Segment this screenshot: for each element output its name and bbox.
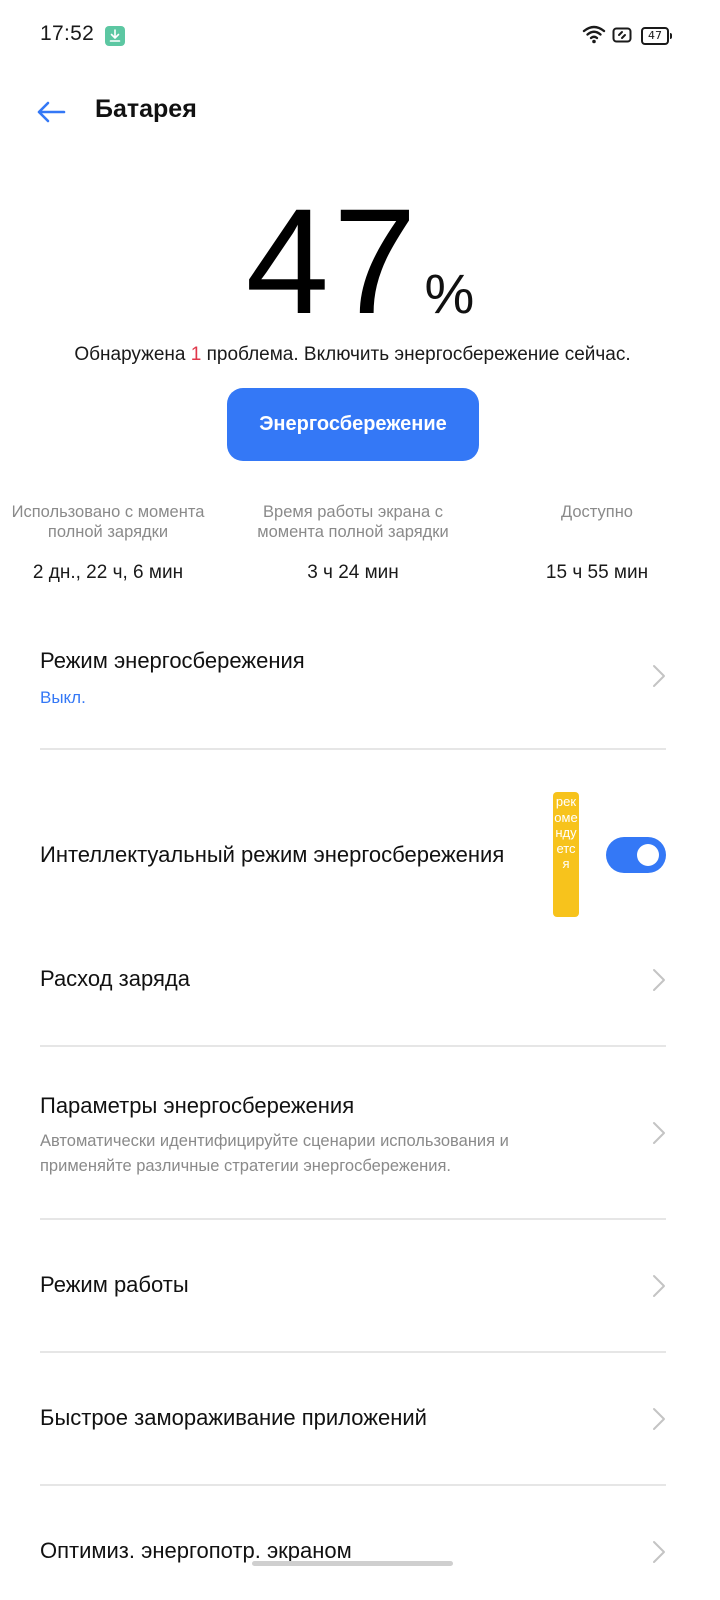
row-title: Быстрое замораживание приложений: [40, 1405, 427, 1430]
row-smart-power-saving: Интеллектуальный режим энергосбережения: [40, 842, 555, 874]
divider: [40, 1045, 666, 1047]
chevron-right-icon: [653, 665, 665, 687]
back-button[interactable]: [28, 90, 72, 134]
arrow-left-icon: [37, 101, 66, 123]
issue-count: 1: [190, 344, 202, 365]
stat-value: 15 ч 55 мин: [545, 562, 649, 583]
row-performance-mode[interactable]: Режим работы: [40, 1272, 666, 1304]
home-indicator[interactable]: [252, 1561, 453, 1566]
page-title: Батарея: [95, 95, 197, 123]
chevron-right-icon: [653, 1275, 665, 1297]
stat-label: Доступно: [560, 503, 633, 521]
row-power-saving-settings[interactable]: Параметры энергосбережения Автоматически…: [40, 1093, 666, 1183]
smart-power-saving-toggle[interactable]: [606, 837, 666, 873]
status-time: 17:52: [40, 22, 95, 45]
battery-percent-value: 47: [245, 177, 421, 345]
row-title: Расход заряда: [40, 966, 190, 991]
battery-percent-unit: %: [424, 262, 475, 325]
chevron-right-icon: [653, 969, 665, 991]
divider: [40, 1351, 666, 1353]
divider: [40, 1218, 666, 1220]
row-power-saving-mode[interactable]: Режим энергосбережения Выкл.: [40, 648, 666, 718]
stat-available: Доступно 15 ч 55 мин: [477, 502, 717, 584]
divider: [40, 748, 666, 750]
issue-message: Обнаружена 1 проблема. Включить энергосб…: [0, 344, 705, 366]
stat-used-since-charge: Использовано с момента полной зарядки 2 …: [0, 502, 228, 584]
battery-settings-screen: 17:52 47 Батарея 47% Обнаружена 1 пробле…: [0, 0, 720, 1600]
row-status: Выкл.: [40, 688, 86, 707]
chevron-right-icon: [653, 1408, 665, 1430]
battery-percent-display: 47%: [0, 176, 720, 346]
divider: [40, 1484, 666, 1486]
battery-icon: 47: [641, 27, 672, 45]
row-app-quick-freeze[interactable]: Быстрое замораживание приложений: [40, 1405, 666, 1437]
recommended-badge: рекомендуется: [553, 792, 579, 917]
power-saving-button[interactable]: Энергосбережение: [227, 388, 479, 461]
chevron-right-icon: [653, 1122, 665, 1144]
row-description: Автоматически идентифицируйте сценарии и…: [40, 1132, 509, 1175]
toggle-knob: [637, 844, 659, 866]
stat-value: 2 дн., 22 ч, 6 мин: [32, 562, 184, 583]
status-bar: 17:52 47: [0, 0, 720, 72]
nfc-icon: [612, 27, 632, 48]
chevron-right-icon: [653, 1541, 665, 1563]
row-title: Параметры энергосбережения: [40, 1093, 355, 1118]
stat-value: 3 ч 24 мин: [307, 562, 399, 583]
row-title: Интеллектуальный режим энергосбережения: [40, 842, 505, 867]
issue-prefix: Обнаружена: [74, 344, 191, 365]
stat-label: Использовано с момента полной зарядки: [11, 503, 205, 541]
row-title: Режим работы: [40, 1272, 189, 1297]
download-icon: [105, 26, 125, 46]
issue-suffix: проблема. Включить энергосбережение сейч…: [201, 344, 631, 365]
row-battery-usage[interactable]: Расход заряда: [40, 966, 666, 998]
stat-label: Время работы экрана с момента полной зар…: [257, 503, 449, 541]
wifi-icon: [582, 24, 606, 49]
row-title: Режим энергосбережения: [40, 648, 305, 673]
stat-screen-time: Время работы экрана с момента полной зар…: [233, 502, 473, 584]
